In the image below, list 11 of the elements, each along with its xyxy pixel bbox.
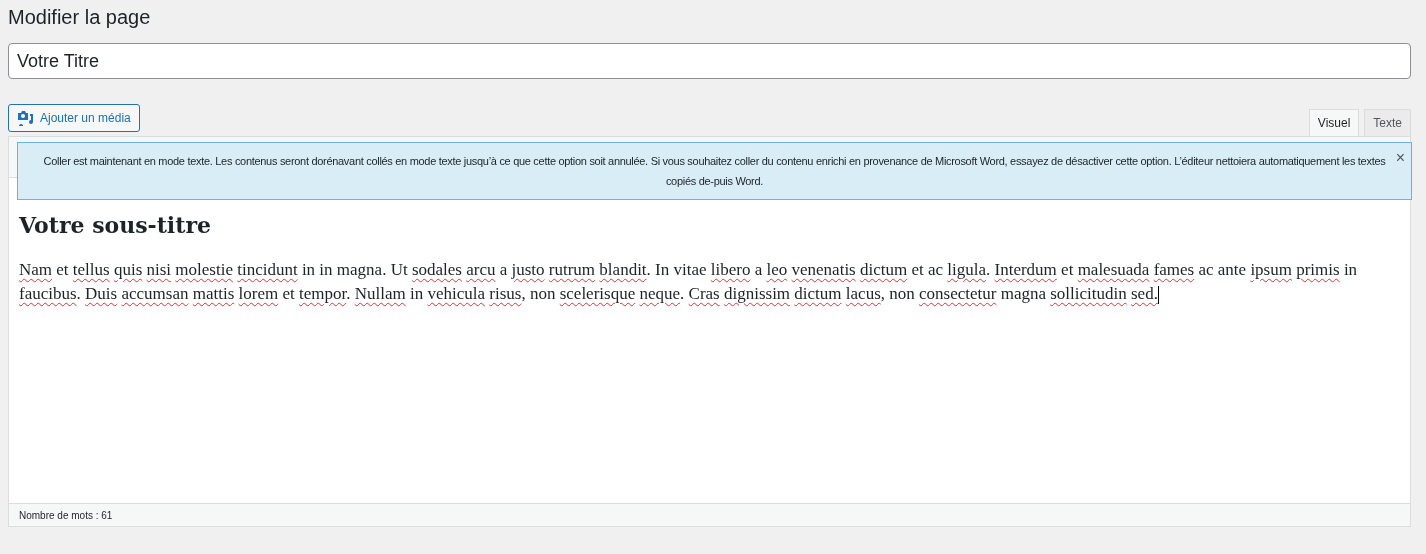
add-media-button[interactable]: Ajouter un média [8,104,140,132]
camera-music-icon [17,110,34,126]
notice-text: Coller est maintenant en mode texte. Les contenus seront dorénavant collés en mode texte jusqu’à ce que cette option soit annulée. Si vous souhaitez coller du contenu enrichi en provenance de Microsoft Word, essayez de désactiver cette option. L’éditeur nettoiera automatiquement les textes copiés de-puis Word. [42,154,1387,189]
editor-tab[interactable]: Texte [1364,109,1411,136]
close-button[interactable]: × [1395,149,1405,167]
content-heading: Votre sous-titre [19,212,212,238]
page-title: Modifier la page [8,6,152,29]
content-paragraph: Nam et tellus quis nisi molestie tincidunt in in magna. Ut sodales arcu a justo rutrum blandit. In vitae libero a leo venenatis dictum et ac ligula. Interdum et malesuada fames ac ante ipsum primis in faucibus. Duis accumsan mattis lorem et tempor. Nullam in vehicula risus, non scelerisque neque. Cras dignissim dictum lacus, non consectetur magna sollicitudin sed. [19,259,1359,306]
editor-tab[interactable]: Visuel [1308,109,1360,136]
title-field[interactable]: Votre Titre [8,43,1411,79]
word-count: Nombre de mots : 61 [19,509,113,521]
